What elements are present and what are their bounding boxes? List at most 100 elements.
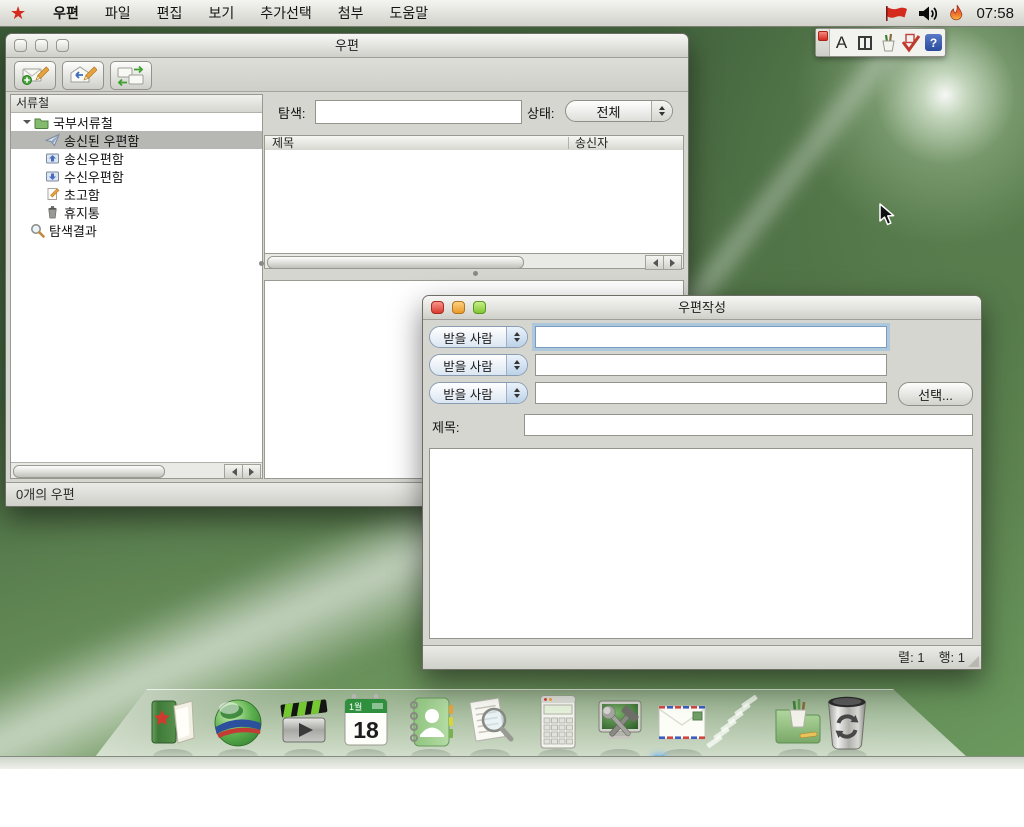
text-tool-button[interactable]: A <box>830 30 853 55</box>
flame-notifier-icon[interactable] <box>949 4 964 22</box>
clock[interactable]: 07:58 <box>976 5 1014 22</box>
subject-input[interactable] <box>524 414 973 436</box>
search-results-icon <box>30 223 45 238</box>
menu-item-edit[interactable]: 편집 <box>144 0 196 26</box>
red-flag-icon[interactable] <box>884 5 908 22</box>
tree-item-local-folders[interactable]: 국부서류철 <box>11 113 262 131</box>
compose-window-title: 우편작성 <box>423 296 981 319</box>
recipient-type-select-3[interactable]: 받을 사람 <box>429 382 528 404</box>
dock-item-calendar[interactable]: 1월 18 <box>340 693 392 751</box>
message-body-editor[interactable] <box>429 448 973 639</box>
scroll-left-icon <box>228 468 237 476</box>
stepper-down-icon <box>514 338 520 345</box>
tree-horizontal-scrollbar[interactable] <box>11 462 262 478</box>
tree-item-search-results[interactable]: 탐색결과 <box>11 221 262 239</box>
menu-item-mail[interactable]: 우편 <box>40 0 92 26</box>
cursor-row-indicator: 행: 1 <box>939 646 965 669</box>
stepper-control[interactable] <box>506 355 527 375</box>
scroll-left-button[interactable] <box>224 464 243 479</box>
recipient-type-select-1[interactable]: 받을 사람 <box>429 326 528 348</box>
dock-item-trash[interactable] <box>821 693 873 751</box>
stepper-up-icon <box>514 329 520 336</box>
dock-item-documents[interactable] <box>147 693 199 751</box>
search-row: 탐색: 상태: 전체 <box>264 94 684 130</box>
dock-item-document-viewer[interactable] <box>464 693 516 751</box>
system-tray: 07:58 <box>884 4 1014 22</box>
compose-mail-button[interactable] <box>14 61 56 90</box>
menu-item-file[interactable]: 파일 <box>92 0 144 26</box>
scroll-right-button[interactable] <box>664 255 682 270</box>
help-tool-button[interactable]: ? <box>922 30 945 55</box>
recipient-input-1[interactable] <box>535 326 887 348</box>
inbox-icon <box>45 169 60 183</box>
disclosure-triangle-icon[interactable] <box>23 120 31 128</box>
palette-close-icon[interactable] <box>818 31 828 41</box>
message-list[interactable] <box>264 150 684 254</box>
calculator-icon <box>532 693 584 751</box>
scroll-right-icon <box>670 259 679 267</box>
stationery-folder-icon <box>772 693 824 751</box>
recipient-type-value: 받을 사람 <box>430 384 506 403</box>
recipient-input-2[interactable] <box>535 354 887 376</box>
menu-item-view[interactable]: 보기 <box>195 0 247 26</box>
tree-item-trash[interactable]: 휴지통 <box>11 203 262 221</box>
folder-icon <box>34 115 49 129</box>
tree-item-inbox[interactable]: 수신우편함 <box>11 167 262 185</box>
column-subject[interactable]: 제목 <box>272 136 294 151</box>
search-input[interactable] <box>315 100 522 124</box>
mail-window-titlebar[interactable]: 우편 <box>6 34 688 58</box>
scroll-left-button[interactable] <box>645 255 664 270</box>
sent-mail-icon <box>45 133 60 147</box>
preview-splitter-handle[interactable] <box>473 271 478 276</box>
recipient-type-select-2[interactable]: 받을 사람 <box>429 354 528 376</box>
cursor-column-indicator: 렬: 1 <box>898 646 924 669</box>
palette-drag-handle[interactable] <box>816 29 830 56</box>
red-star-menu-icon[interactable]: ★ <box>10 4 26 22</box>
address-book-icon <box>405 693 457 751</box>
select-address-button[interactable]: 선택... <box>898 382 973 406</box>
compose-mail-icon <box>21 65 49 86</box>
reply-mail-icon <box>69 65 97 86</box>
tree-item-label: 탐색결과 <box>49 221 97 240</box>
stepper-control[interactable] <box>506 327 527 347</box>
stepper-control[interactable] <box>506 383 527 403</box>
pen-cup-tool-button[interactable] <box>876 30 899 55</box>
help-book-icon: ? <box>925 34 942 51</box>
trash-icon <box>821 693 873 751</box>
compose-window-titlebar[interactable]: 우편작성 <box>423 296 981 320</box>
columns-tool-button[interactable] <box>853 30 876 55</box>
volume-icon[interactable] <box>918 5 939 22</box>
folder-tree-header: 서류철 <box>11 95 262 113</box>
dock-item-calculator[interactable] <box>532 693 584 751</box>
menu-item-help[interactable]: 도움말 <box>377 0 442 26</box>
scrollbar-thumb[interactable] <box>13 465 165 478</box>
resize-grip[interactable] <box>968 656 979 667</box>
menu-item-attach[interactable]: 첨부 <box>325 0 377 26</box>
spellcheck-tool-button[interactable] <box>899 30 922 55</box>
dock-floor <box>0 756 1024 769</box>
scroll-right-button[interactable] <box>243 464 261 479</box>
reply-mail-button[interactable] <box>62 61 104 90</box>
menu-item-options[interactable]: 추가선택 <box>247 0 325 26</box>
dock-item-system-tools[interactable] <box>594 693 646 751</box>
scroll-right-icon <box>249 468 258 476</box>
scrollbar-thumb[interactable] <box>267 256 524 269</box>
dock-item-media-player[interactable] <box>278 693 330 751</box>
list-horizontal-scrollbar[interactable] <box>264 254 684 269</box>
dock-item-web-browser[interactable] <box>212 693 264 751</box>
status-filter-select[interactable]: 전체 <box>565 100 673 122</box>
tree-item-outbox[interactable]: 송신우편함 <box>11 149 262 167</box>
stepper-control[interactable] <box>651 101 672 121</box>
tree-item-sent-mailbox[interactable]: 송신된 우편함 <box>11 131 262 149</box>
subject-label: 제목: <box>432 417 460 436</box>
recipient-input-3[interactable] <box>535 382 887 404</box>
column-sender[interactable]: 송신자 <box>575 136 608 151</box>
column-divider[interactable] <box>568 137 569 149</box>
send-receive-button[interactable] <box>110 61 152 90</box>
tree-item-drafts[interactable]: 초고함 <box>11 185 262 203</box>
stepper-up-icon <box>659 103 665 110</box>
dock-item-contacts[interactable] <box>405 693 457 751</box>
dock-item-mail[interactable] <box>656 693 708 751</box>
message-list-header[interactable]: 제목 송신자 <box>264 135 684 151</box>
dock-item-stationery[interactable] <box>772 693 824 751</box>
